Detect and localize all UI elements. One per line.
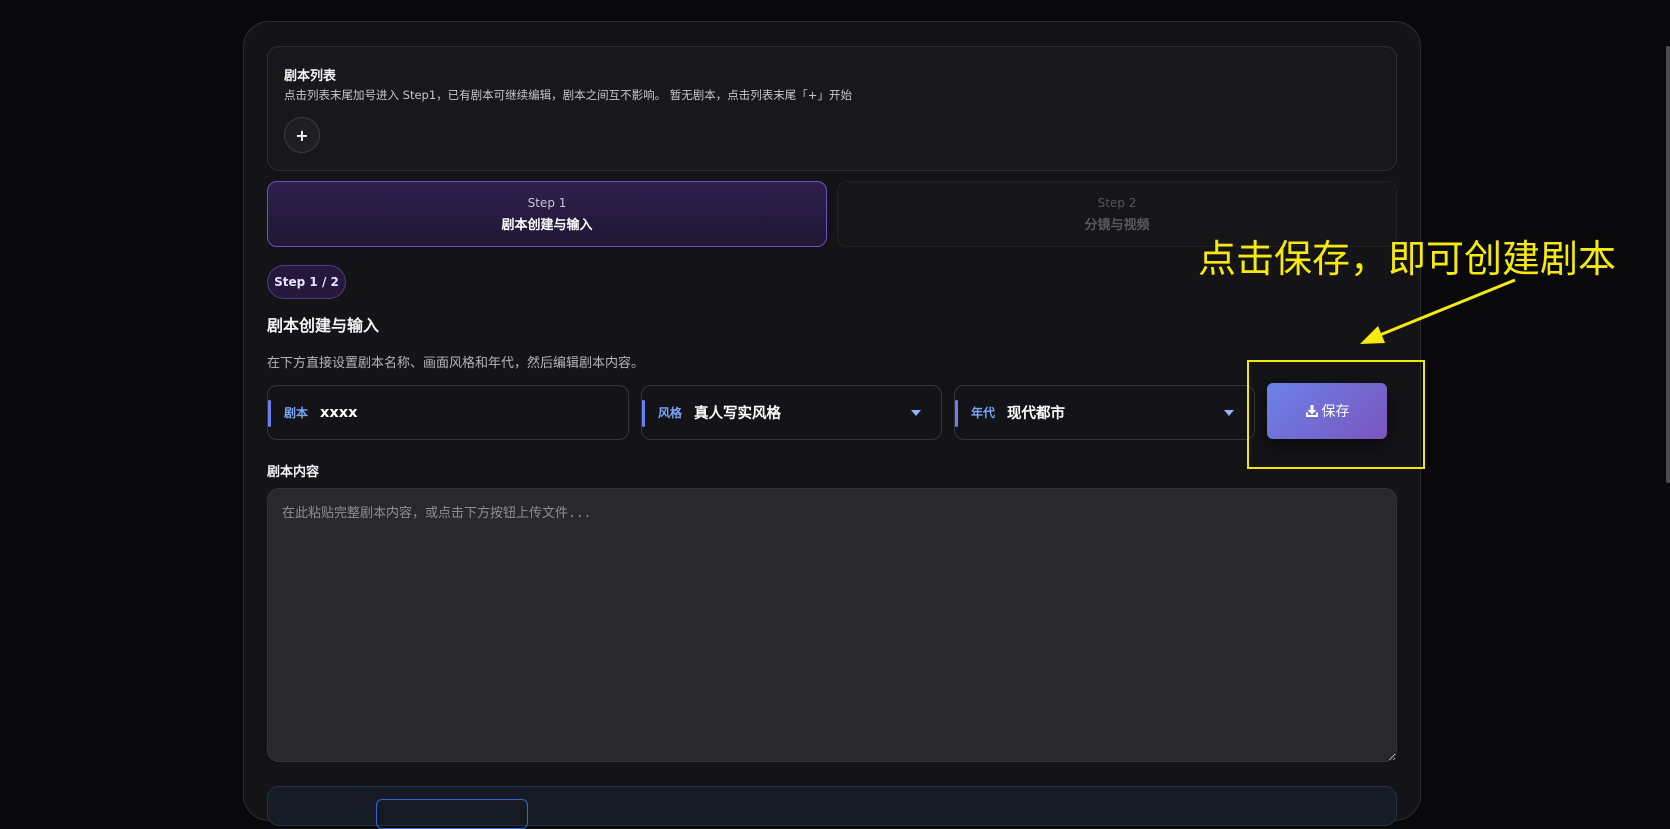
- section-description: 在下方直接设置剧本名称、画面风格和年代，然后编辑剧本内容。: [267, 356, 645, 371]
- era-label: 年代: [971, 406, 996, 420]
- style-label: 风格: [658, 406, 683, 420]
- add-script-button[interactable]: +: [284, 117, 320, 153]
- step-progress-badge: Step 1 / 2: [267, 265, 346, 299]
- chevron-down-icon[interactable]: [1224, 410, 1234, 416]
- script-list-description: 点击列表末尾加号进入 Step1，已有剧本可继续编辑，剧本之间互不影响。 暂无剧…: [284, 88, 852, 102]
- step-1-name: 剧本创建与输入: [501, 217, 593, 233]
- script-content-textarea[interactable]: [267, 488, 1397, 762]
- field-accent-bar: [642, 400, 645, 427]
- annotation-text: 点击保存，即可创建剧本: [1198, 237, 1617, 281]
- section-title: 剧本创建与输入: [267, 316, 380, 335]
- step-2-name: 分镜与视频: [1084, 217, 1150, 233]
- page-scrollbar[interactable]: [1666, 46, 1670, 483]
- tab-step-1[interactable]: Step 1 剧本创建与输入: [267, 181, 827, 247]
- era-value: 现代都市: [1007, 406, 1066, 422]
- upload-button[interactable]: [376, 799, 528, 829]
- style-select[interactable]: 风格 真人写实风格: [641, 385, 942, 440]
- step-2-number: Step 2: [1097, 195, 1137, 210]
- era-select[interactable]: 年代 现代都市: [954, 385, 1255, 440]
- content-label: 剧本内容: [267, 465, 320, 480]
- script-name-value[interactable]: xxxx: [320, 405, 357, 421]
- script-name-label: 剧本: [284, 406, 309, 420]
- script-name-field[interactable]: 剧本 xxxx: [267, 385, 629, 440]
- field-accent-bar: [955, 400, 958, 427]
- highlight-box: [1247, 360, 1425, 469]
- script-list-title: 剧本列表: [284, 69, 337, 84]
- step-1-number: Step 1: [527, 195, 567, 210]
- style-value: 真人写实风格: [694, 406, 782, 422]
- script-list-card: 剧本列表 点击列表末尾加号进入 Step1，已有剧本可继续编辑，剧本之间互不影响…: [267, 46, 1397, 171]
- upload-section: [267, 786, 1397, 829]
- chevron-down-icon[interactable]: [911, 410, 921, 416]
- field-accent-bar: [268, 400, 271, 427]
